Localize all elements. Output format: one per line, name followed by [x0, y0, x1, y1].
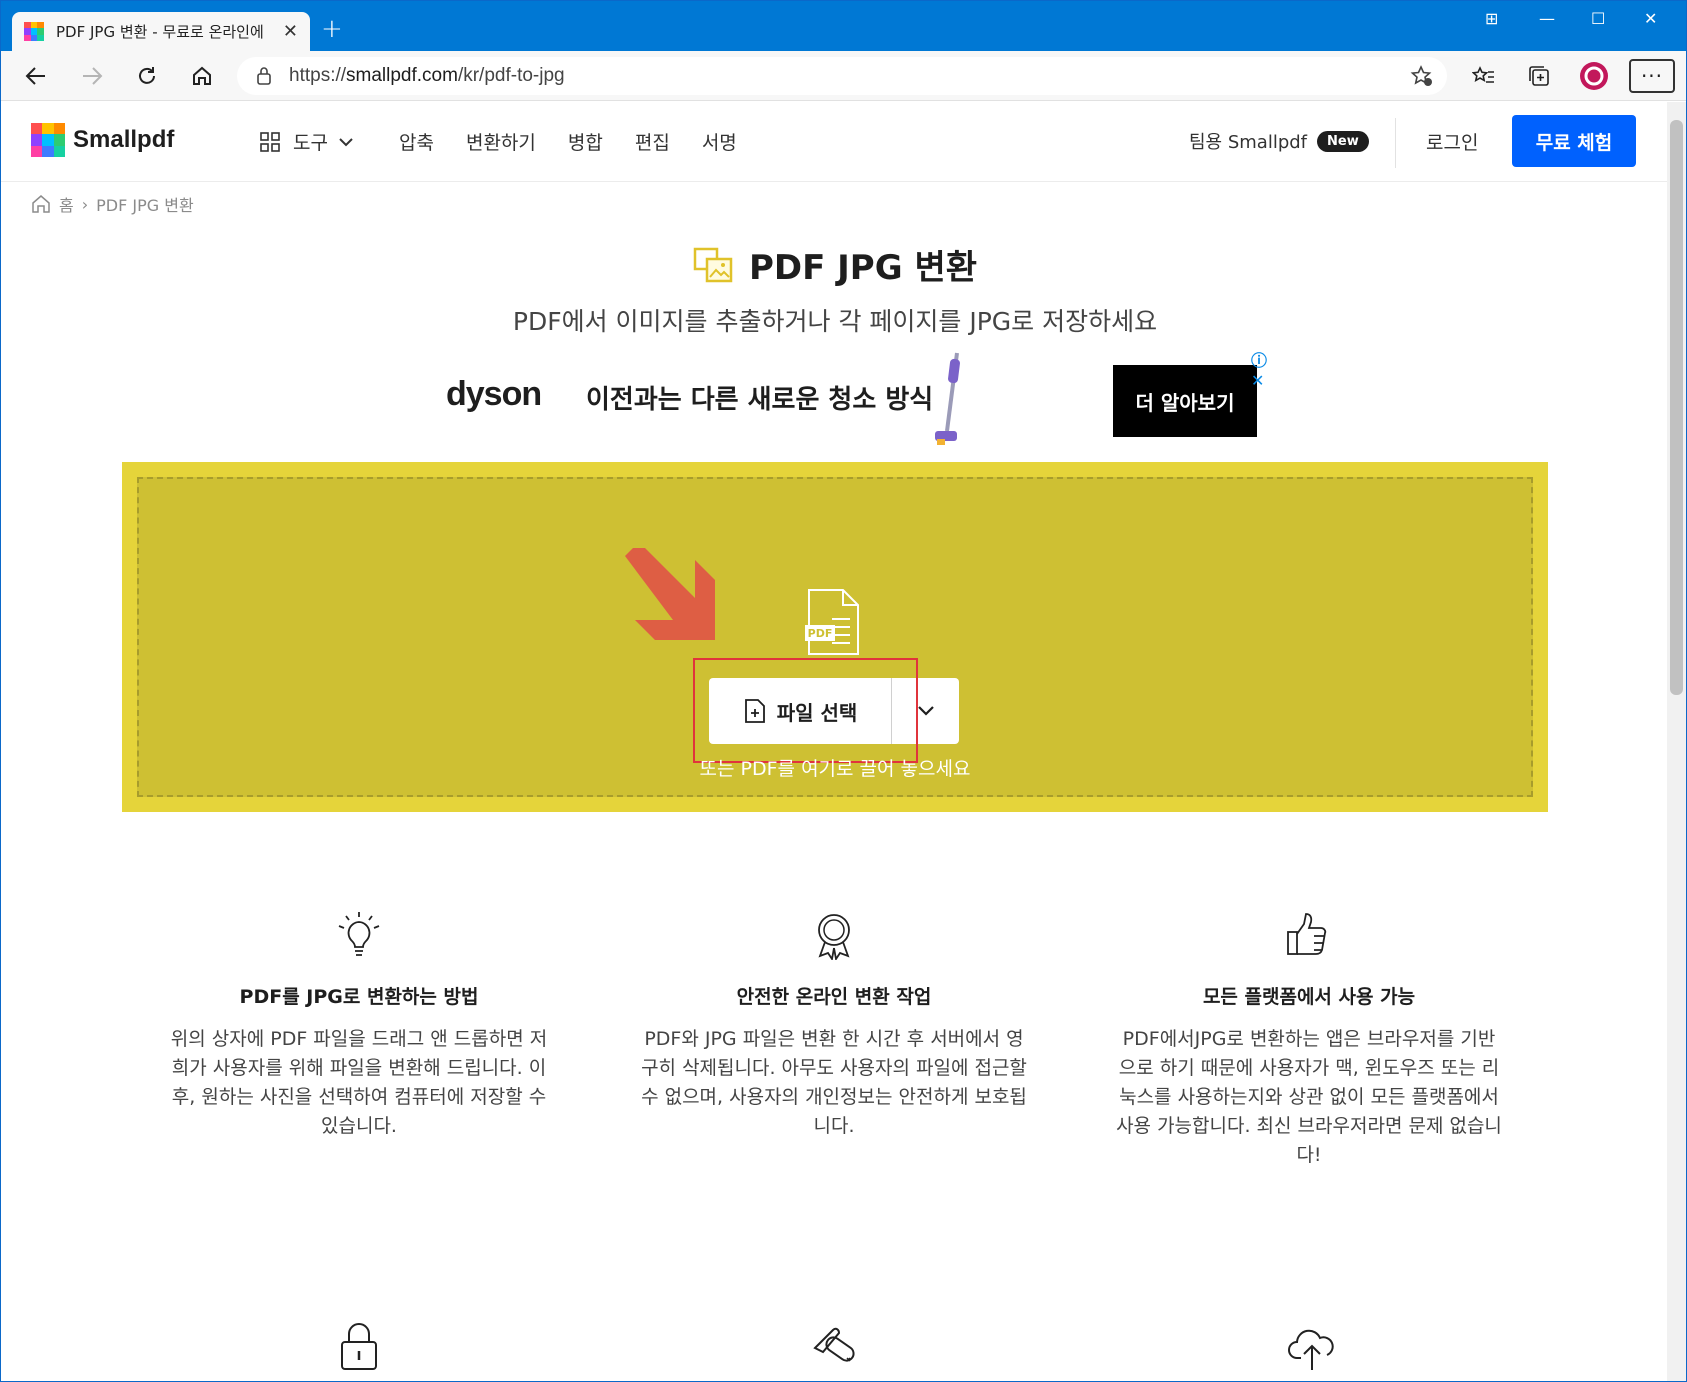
- back-button[interactable]: [21, 61, 51, 91]
- url-text: https://smallpdf.com/kr/pdf-to-jpg: [289, 65, 565, 86]
- more-icon: ···: [1640, 64, 1664, 88]
- vacuum-image: [935, 352, 960, 445]
- team-label: 팀용 Smallpdf: [1189, 132, 1308, 153]
- page-title-text: PDF JPG 변환: [748, 248, 978, 288]
- menu-item-convert[interactable]: 변환하기: [466, 128, 536, 155]
- feature-security: 안전한 온라인 변환 작업 PDF와 JPG 파일은 변환 한 시간 후 서버에…: [639, 910, 1029, 1141]
- cloud-upload-icon: [1288, 1329, 1334, 1370]
- refresh-icon: [139, 67, 155, 84]
- lock-icon[interactable]: [255, 66, 273, 86]
- logo-text: Smallpdf: [73, 126, 175, 153]
- breadcrumb-home[interactable]: 홈: [59, 192, 74, 216]
- menu-item-sign[interactable]: 서명: [702, 128, 737, 155]
- address-toolbar: https://smallpdf.com/kr/pdf-to-jpg ···: [1, 51, 1686, 101]
- new-badge: New: [1317, 130, 1369, 152]
- breadcrumb-current: PDF JPG 변환: [96, 196, 194, 215]
- main-menu: 압축 변환하기 병합 편집 서명: [399, 128, 737, 155]
- profile-avatar[interactable]: [1579, 61, 1609, 91]
- tab-title: PDF JPG 변환 - 무료로 온라인에: [56, 23, 264, 41]
- team-link[interactable]: 팀용 Smallpdf New: [1189, 128, 1369, 154]
- feature-how-to: PDF를 JPG로 변환하는 방법 위의 상자에 PDF 파일을 드래그 앤 드…: [164, 910, 554, 1141]
- scrollbar-thumb[interactable]: [1670, 120, 1683, 695]
- feature-body: PDF에서JPG로 변환하는 앱은 브라우저를 기반으로 하기 때문에 사용자가…: [1116, 1028, 1502, 1166]
- ad-learn-more-button[interactable]: 더 알아보기: [1113, 365, 1257, 437]
- home-icon[interactable]: [31, 194, 51, 214]
- chevron-down-icon: [339, 137, 353, 146]
- maximize-button[interactable]: ☐: [1591, 9, 1605, 28]
- breadcrumb-separator: ›: [81, 194, 89, 214]
- smallpdf-favicon-icon: [24, 21, 44, 42]
- page-subtitle: PDF에서 이미지를 추출하거나 각 페이지를 JPG로 저장하세요: [512, 307, 1158, 336]
- ad-info-close-icon[interactable]: ⓘ ✕: [1251, 347, 1267, 390]
- page-scrollbar[interactable]: [1667, 102, 1686, 1381]
- browser-window: PDF JPG 변환 - 무료로 온라인에 ✕ + ⊞ — ☐ ✕ https:…: [0, 0, 1687, 1382]
- title-bar: PDF JPG 변환 - 무료로 온라인에 ✕ + ⊞ — ☐ ✕: [1, 1, 1686, 51]
- feature-title: 안전한 온라인 변환 작업: [736, 986, 932, 1008]
- chevron-down-icon: [917, 706, 934, 716]
- grid-icon: [260, 131, 280, 152]
- feature-body: PDF와 JPG 파일은 변환 한 시간 후 서버에서 영구히 삭제됩니다. 아…: [641, 1028, 1027, 1137]
- advertisement-banner[interactable]: dyson 이전과는 다른 새로운 청소 방식 더 알아보기 ⓘ ✕: [381, 347, 1267, 452]
- home-icon: [193, 66, 211, 85]
- lock-icon: [341, 1323, 377, 1370]
- pdf-to-jpg-icon: [693, 247, 733, 282]
- refresh-button[interactable]: [132, 61, 162, 91]
- tab-close-icon[interactable]: ✕: [283, 21, 298, 42]
- forward-arrow-icon: [83, 67, 103, 85]
- free-trial-button[interactable]: 무료 체험: [1512, 115, 1636, 167]
- menu-item-edit[interactable]: 편집: [635, 128, 670, 155]
- new-tab-button[interactable]: +: [321, 14, 343, 44]
- favorites-icon[interactable]: [1469, 61, 1499, 91]
- tab-actions-icon[interactable]: ⊞: [1485, 9, 1498, 28]
- login-link[interactable]: 로그인: [1426, 128, 1478, 155]
- tools-menu[interactable]: 도구: [259, 128, 354, 155]
- site-header: Smallpdf 도구 압축 변환하기 병합 편집 서명 팀용 Smallpdf…: [1, 102, 1669, 182]
- menu-item-merge[interactable]: 병합: [568, 128, 603, 155]
- smallpdf-logo-icon: [31, 123, 65, 157]
- lightbulb-icon: [338, 912, 380, 956]
- close-window-button[interactable]: ✕: [1644, 9, 1657, 28]
- browser-tab[interactable]: PDF JPG 변환 - 무료로 온라인에 ✕: [12, 12, 310, 51]
- ad-headline: 이전과는 다른 새로운 청소 방식: [586, 385, 934, 415]
- ad-brand: dyson: [446, 375, 542, 413]
- pointer-arrow-icon: [625, 548, 715, 640]
- feature-platforms: 모든 플랫폼에서 사용 가능 PDF에서JPG로 변환하는 앱은 브라우저를 기…: [1114, 910, 1504, 1170]
- feature-body: 위의 상자에 PDF 파일을 드래그 앤 드롭하면 저희가 사용자를 위해 파일…: [170, 1028, 548, 1137]
- home-button[interactable]: [187, 61, 217, 91]
- highlight-box: [693, 658, 918, 763]
- back-arrow-icon: [25, 67, 45, 85]
- breadcrumb: 홈 › PDF JPG 변환: [31, 192, 194, 216]
- settings-more-button[interactable]: ···: [1629, 59, 1675, 93]
- feature-title: 모든 플랫폼에서 사용 가능: [1202, 986, 1416, 1008]
- swiss-knife-icon: [813, 1327, 855, 1362]
- forward-button[interactable]: [77, 61, 107, 91]
- feature-title: PDF를 JPG로 변환하는 방법: [239, 986, 479, 1008]
- page-title: PDF JPG 변환: [1, 240, 1669, 289]
- drop-hint: 또는 PDF를 여기로 끌어 놓으세요: [699, 758, 971, 780]
- smallpdf-logo[interactable]: Smallpdf: [31, 123, 174, 157]
- tools-label: 도구: [293, 132, 328, 154]
- address-bar[interactable]: https://smallpdf.com/kr/pdf-to-jpg: [237, 57, 1447, 95]
- header-divider: [1395, 118, 1396, 168]
- collections-icon[interactable]: [1524, 61, 1554, 91]
- menu-item-compress[interactable]: 압축: [399, 128, 434, 155]
- thumbs-up-icon: [1287, 913, 1327, 955]
- add-favorite-icon[interactable]: [1407, 61, 1437, 91]
- minimize-button[interactable]: —: [1539, 9, 1555, 28]
- pdf-file-icon: PDF: [805, 589, 859, 655]
- award-icon: [818, 914, 850, 960]
- web-page: Smallpdf 도구 압축 변환하기 병합 편집 서명 팀용 Smallpdf…: [1, 102, 1669, 1381]
- pdf-label: PDF: [808, 627, 833, 640]
